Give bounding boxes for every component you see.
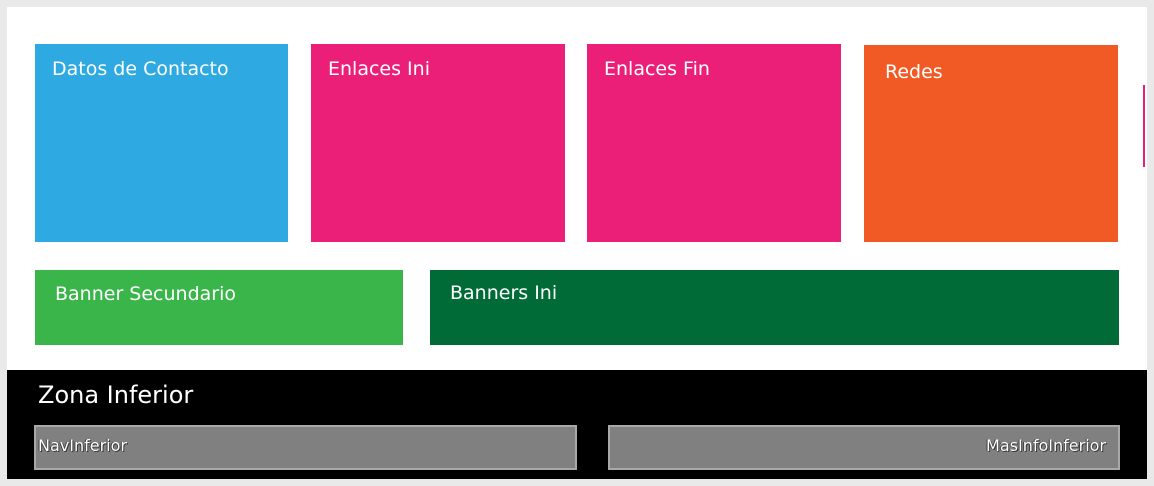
datos-de-contacto-label: Datos de Contacto bbox=[52, 58, 229, 80]
datos-de-contacto-block: Datos de Contacto bbox=[35, 44, 288, 242]
banners-ini-block: Banners Ini bbox=[430, 270, 1119, 345]
mas-info-inferior-label: MasInfoInferior bbox=[986, 436, 1106, 455]
enlaces-fin-label: Enlaces Fin bbox=[604, 58, 710, 80]
banners-ini-label: Banners Ini bbox=[450, 282, 558, 304]
enlaces-fin-block: Enlaces Fin bbox=[587, 44, 841, 242]
zona-inferior-title: Zona Inferior bbox=[38, 381, 194, 409]
mas-info-inferior-box: MasInfoInferior bbox=[608, 425, 1120, 470]
enlaces-ini-block: Enlaces Ini bbox=[311, 44, 565, 242]
redes-label: Redes bbox=[885, 61, 943, 83]
nav-inferior-label: NavInferior bbox=[38, 436, 127, 455]
edge-marker bbox=[1143, 85, 1145, 167]
redes-block: Redes bbox=[864, 45, 1118, 242]
banner-secundario-label: Banner Secundario bbox=[55, 283, 237, 305]
banner-secundario-block: Banner Secundario bbox=[35, 270, 403, 345]
nav-inferior-box: NavInferior bbox=[34, 425, 577, 470]
zona-inferior-block: Zona Inferior NavInferior MasInfoInferio… bbox=[7, 370, 1147, 479]
enlaces-ini-label: Enlaces Ini bbox=[328, 58, 430, 80]
